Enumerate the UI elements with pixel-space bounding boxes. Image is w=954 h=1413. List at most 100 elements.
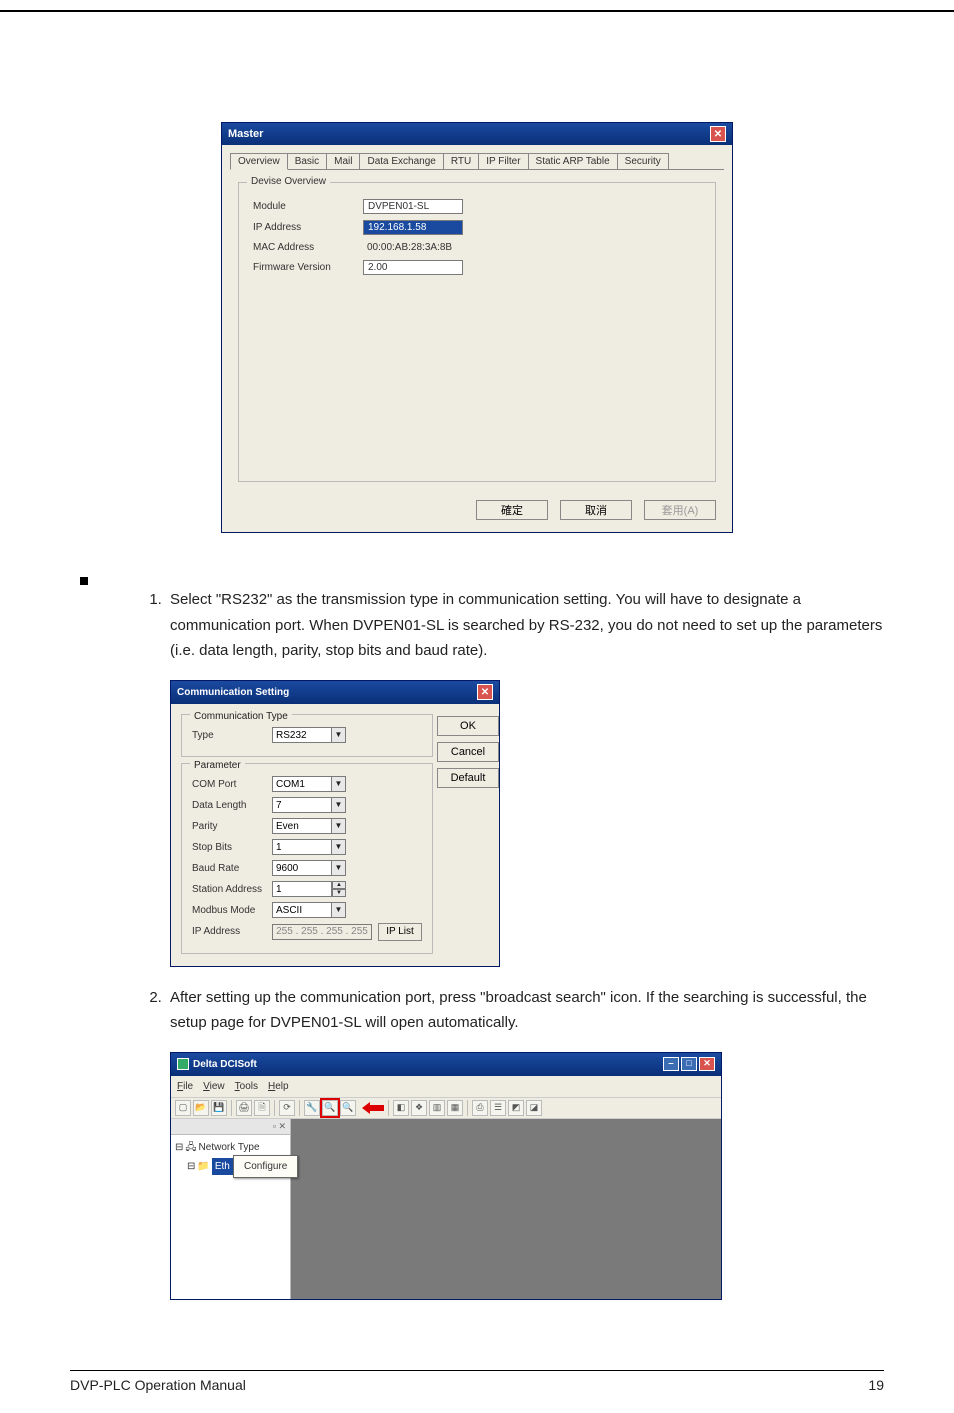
menu-file[interactable]: File: [177, 1078, 193, 1095]
master-title: Master: [228, 128, 263, 140]
module-value: DVPEN01-SL: [363, 199, 463, 214]
datalen-label: Data Length: [192, 797, 272, 814]
menu-view[interactable]: View: [203, 1078, 225, 1095]
master-tabs: Overview Basic Mail Data Exchange RTU IP…: [230, 153, 724, 170]
tab-mail[interactable]: Mail: [326, 153, 360, 169]
tool-icon[interactable]: ◪: [526, 1100, 542, 1116]
tool-icon[interactable]: ❖: [411, 1100, 427, 1116]
folder-icon: 📁: [197, 1158, 209, 1175]
tool-icon[interactable]: ▥: [429, 1100, 445, 1116]
open-icon[interactable]: 📂: [193, 1100, 209, 1116]
tool-icon[interactable]: ▦: [447, 1100, 463, 1116]
mac-value: 00:00:AB:28:3A:8B: [363, 241, 463, 254]
modbus-select[interactable]: ▼: [272, 902, 346, 918]
cancel-button[interactable]: 取消: [560, 500, 632, 520]
callout-arrow-icon: [362, 1102, 384, 1114]
comm-type-legend: Communication Type: [190, 708, 292, 725]
devise-overview-legend: Devise Overview: [247, 176, 330, 187]
parity-label: Parity: [192, 818, 272, 835]
tool-icon[interactable]: ☰: [490, 1100, 506, 1116]
spin-down-icon[interactable]: ▼: [332, 889, 346, 897]
tree-pane: ▫ ✕ ⊟ 🖧 Network Type ⊟ 📁: [171, 1119, 291, 1299]
close-icon[interactable]: ✕: [699, 1057, 715, 1071]
station-spinner[interactable]: ▲▼: [272, 881, 346, 897]
close-icon[interactable]: ✕: [477, 684, 493, 700]
tab-overview[interactable]: Overview: [230, 153, 288, 170]
comm-default-button[interactable]: Default: [437, 768, 499, 788]
broadcast-search-icon[interactable]: 🔍: [322, 1100, 338, 1116]
collapse-icon[interactable]: ⊟: [175, 1139, 183, 1156]
comm-titlebar: Communication Setting ✕: [171, 681, 499, 704]
chevron-down-icon[interactable]: ▼: [332, 776, 346, 792]
apply-button: 套用(A): [644, 500, 716, 520]
ok-button[interactable]: 確定: [476, 500, 548, 520]
iplist-button[interactable]: IP List: [378, 923, 422, 941]
ip-value: 192.168.1.58: [363, 220, 463, 235]
datalen-select[interactable]: ▼: [272, 797, 346, 813]
chevron-down-icon[interactable]: ▼: [332, 797, 346, 813]
tab-data-exchange[interactable]: Data Exchange: [359, 153, 443, 169]
toolbar: ▢ 📂 💾 🖨 🗎 ⟳ 🔧 🔍: [171, 1097, 721, 1119]
tab-ip-filter[interactable]: IP Filter: [478, 153, 528, 169]
dcisoft-title: Delta DCISoft: [193, 1056, 257, 1073]
comm-param-fieldset: Parameter COM Port ▼ Data Length ▼: [181, 763, 433, 954]
refresh-icon[interactable]: ⟳: [279, 1100, 295, 1116]
collapse-icon[interactable]: ⊟: [187, 1158, 195, 1175]
mac-label: MAC Address: [253, 242, 363, 253]
footer-right: 19: [868, 1377, 884, 1393]
comm-title: Communication Setting: [177, 684, 289, 701]
footer-left: DVP-PLC Operation Manual: [70, 1377, 246, 1393]
chevron-down-icon[interactable]: ▼: [332, 902, 346, 918]
minimize-icon[interactable]: ‒: [663, 1057, 679, 1071]
ipaddr-value: [272, 924, 372, 940]
pane-toggle-icon[interactable]: ▫ ✕: [273, 1119, 286, 1134]
devise-overview-fieldset: Devise Overview Module DVPEN01-SL IP Add…: [238, 182, 716, 482]
step-1: Select "RS232" as the transmission type …: [166, 587, 884, 967]
content-pane: [291, 1119, 721, 1299]
save-icon[interactable]: 💾: [211, 1100, 227, 1116]
type-value[interactable]: [272, 727, 332, 743]
chevron-down-icon[interactable]: ▼: [332, 839, 346, 855]
tab-basic[interactable]: Basic: [287, 153, 327, 169]
stopbits-select[interactable]: ▼: [272, 839, 346, 855]
search-icon[interactable]: 🔍: [340, 1100, 356, 1116]
stopbits-label: Stop Bits: [192, 839, 272, 856]
tab-rtu[interactable]: RTU: [443, 153, 479, 169]
type-select[interactable]: ▼: [272, 727, 346, 743]
new-icon[interactable]: ▢: [175, 1100, 191, 1116]
comport-label: COM Port: [192, 776, 272, 793]
ipaddr-label: IP Address: [192, 923, 272, 940]
tool-icon[interactable]: ◩: [508, 1100, 524, 1116]
tool-icon[interactable]: ◧: [393, 1100, 409, 1116]
tree-root[interactable]: ⊟ 🖧 Network Type: [175, 1139, 286, 1156]
context-menu-configure[interactable]: Configure: [233, 1155, 298, 1178]
comm-ok-button[interactable]: OK: [437, 716, 499, 736]
menu-help[interactable]: Help: [268, 1078, 289, 1095]
preview-icon[interactable]: 🗎: [254, 1100, 270, 1116]
close-icon[interactable]: ✕: [710, 126, 726, 142]
master-dialog: Master ✕ Overview Basic Mail Data Exchan…: [221, 122, 733, 533]
menubar: File View Tools Help: [171, 1076, 721, 1097]
comm-setting-dialog: Communication Setting ✕ Communication Ty…: [170, 680, 500, 967]
chevron-down-icon[interactable]: ▼: [332, 727, 346, 743]
tool-icon[interactable]: 🔧: [304, 1100, 320, 1116]
master-buttons: 確定 取消 套用(A): [222, 494, 732, 532]
baud-select[interactable]: ▼: [272, 860, 346, 876]
baud-label: Baud Rate: [192, 860, 272, 877]
chevron-down-icon[interactable]: ▼: [332, 818, 346, 834]
tab-static-arp[interactable]: Static ARP Table: [528, 153, 618, 169]
tab-security[interactable]: Security: [617, 153, 669, 169]
chevron-down-icon[interactable]: ▼: [332, 860, 346, 876]
ip-label: IP Address: [253, 222, 363, 233]
comm-cancel-button[interactable]: Cancel: [437, 742, 499, 762]
fw-value: 2.00: [363, 260, 463, 275]
print-icon[interactable]: 🖨: [236, 1100, 252, 1116]
comport-select[interactable]: ▼: [272, 776, 346, 792]
parity-select[interactable]: ▼: [272, 818, 346, 834]
module-label: Module: [253, 201, 363, 212]
maximize-icon[interactable]: □: [681, 1057, 697, 1071]
step-2: After setting up the communication port,…: [166, 985, 884, 1300]
type-label: Type: [192, 727, 272, 744]
menu-tools[interactable]: Tools: [235, 1078, 258, 1095]
tool-icon[interactable]: ⎙: [472, 1100, 488, 1116]
